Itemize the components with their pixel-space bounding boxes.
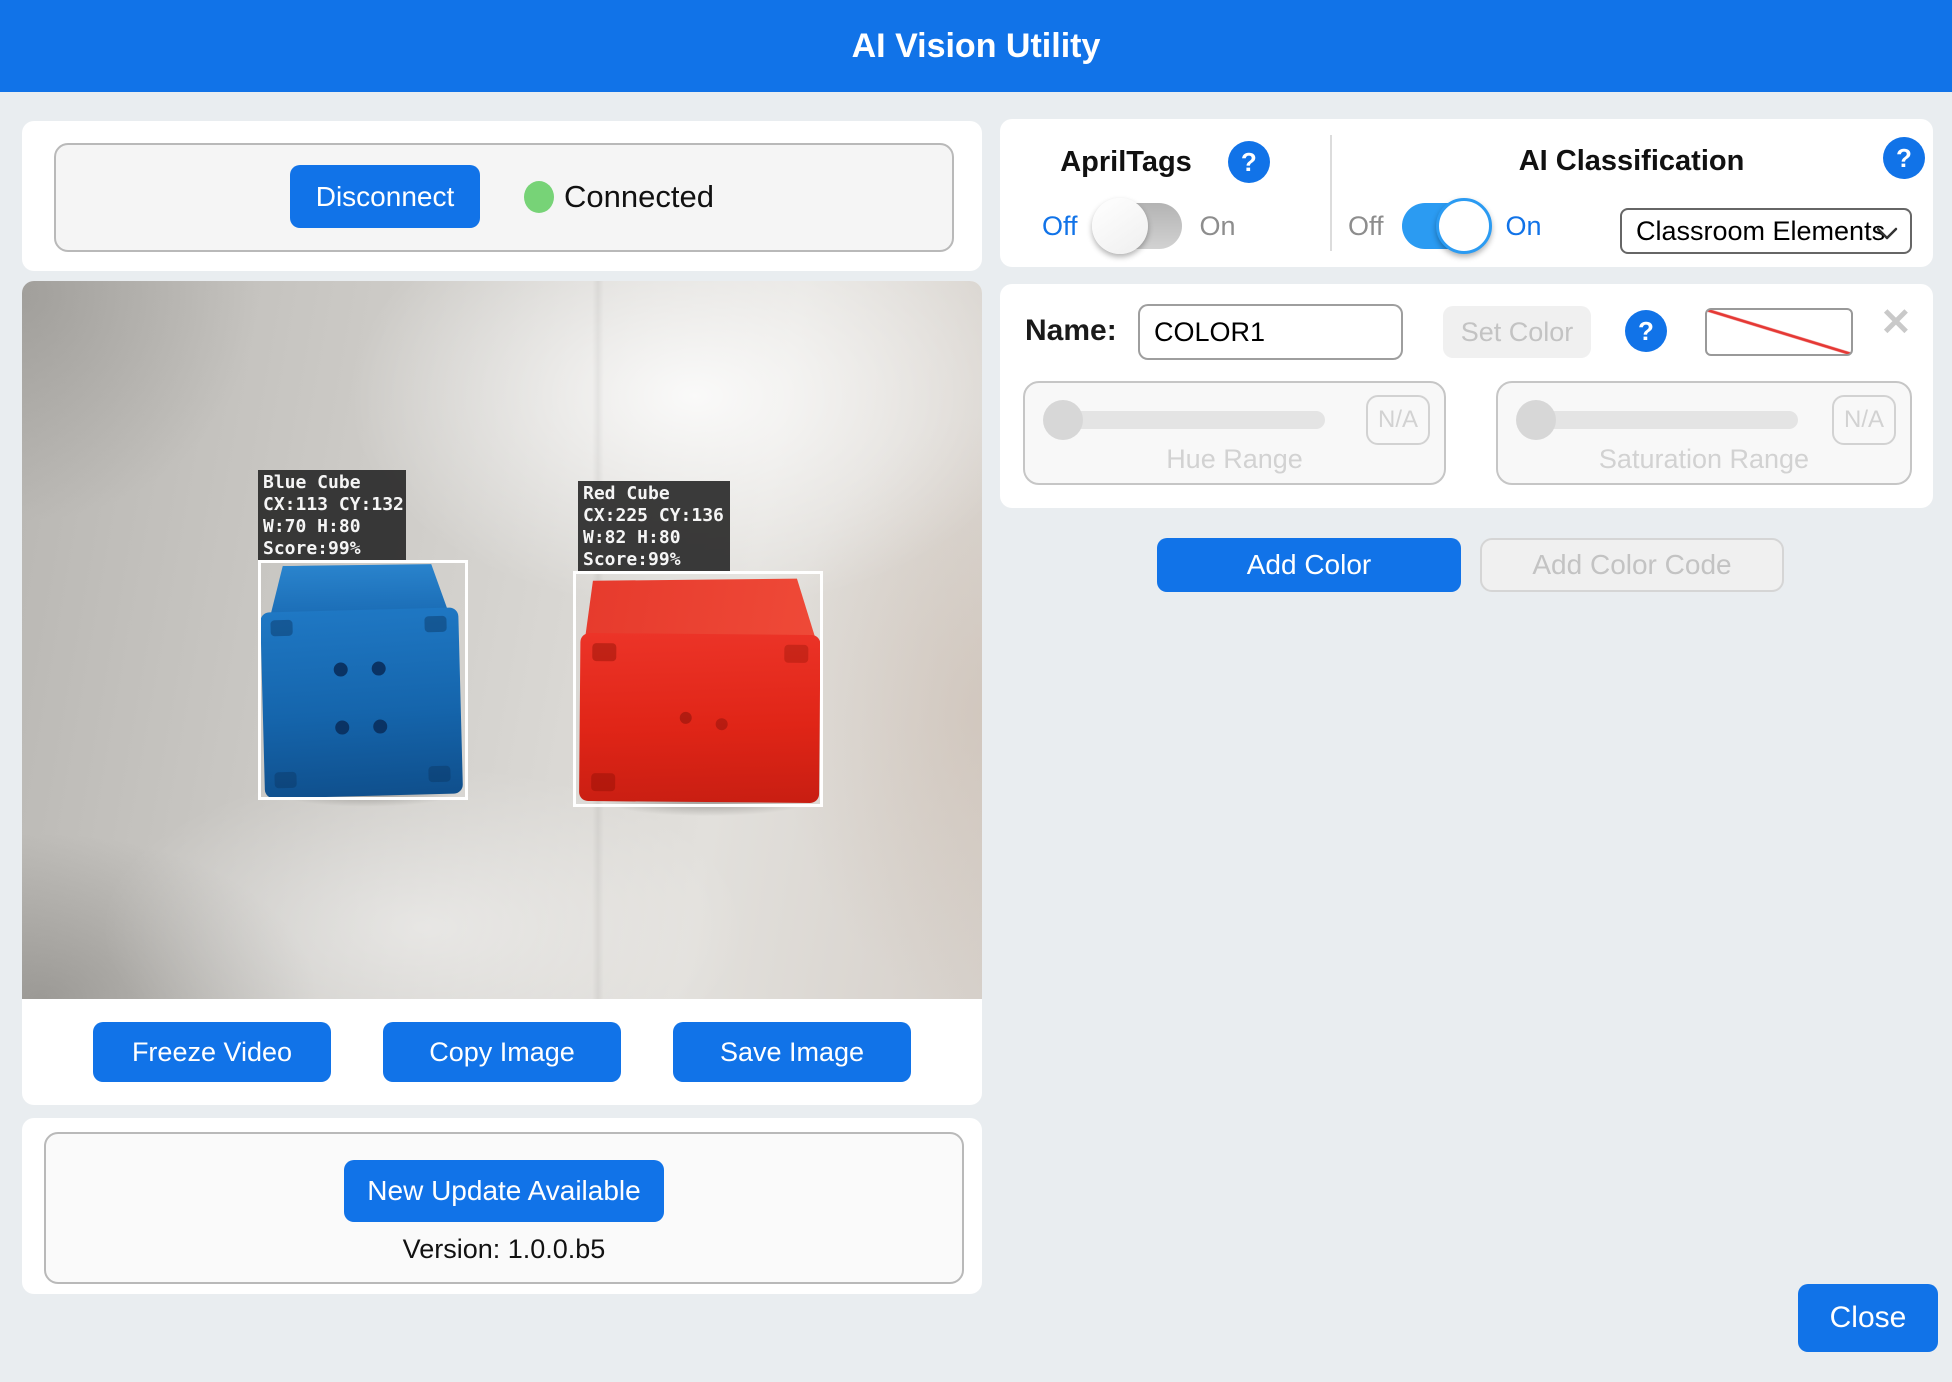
update-box: New Update Available Version: 1.0.0.b5 bbox=[44, 1132, 964, 1284]
blue-cube-bounding-box bbox=[258, 560, 468, 800]
close-button[interactable]: Close bbox=[1798, 1284, 1938, 1352]
version-text: Version: 1.0.0.b5 bbox=[46, 1234, 962, 1265]
add-color-code-button[interactable]: Add Color Code bbox=[1480, 538, 1784, 592]
hue-slider-track[interactable] bbox=[1057, 411, 1325, 429]
hue-range-group: N/A Hue Range bbox=[1023, 381, 1446, 485]
ai-on-label: On bbox=[1506, 211, 1542, 242]
saturation-slider-knob[interactable] bbox=[1516, 400, 1556, 440]
red-cube-detection-label: Red CubeCX:225 CY:136W:82 H:80Score:99% bbox=[578, 481, 730, 573]
add-color-button[interactable]: Add Color bbox=[1157, 538, 1461, 592]
chevron-down-icon bbox=[1876, 227, 1898, 240]
update-card: New Update Available Version: 1.0.0.b5 bbox=[22, 1118, 982, 1294]
hue-slider-knob[interactable] bbox=[1043, 400, 1083, 440]
saturation-slider-track[interactable] bbox=[1530, 411, 1798, 429]
color-config-card: Name: Set Color ? ✕ N/A Hue Range N/A Sa… bbox=[1000, 284, 1933, 508]
video-controls-row: Freeze Video Copy Image Save Image bbox=[22, 999, 982, 1105]
saturation-value-badge: N/A bbox=[1832, 395, 1896, 445]
modes-card: AprilTags ? Off On AI Classification ? O… bbox=[1000, 119, 1933, 267]
copy-image-button[interactable]: Copy Image bbox=[383, 1022, 621, 1082]
ai-vision-utility-window: AI Vision Utility Disconnect Connected bbox=[0, 0, 1952, 1382]
color-name-input[interactable] bbox=[1138, 304, 1403, 360]
apriltags-header: AprilTags ? bbox=[1000, 141, 1330, 183]
color-swatch bbox=[1705, 308, 1853, 356]
blue-cube-detection-label: Blue CubeCX:113 CY:132W:70 H:80Score:99% bbox=[258, 470, 406, 562]
ai-classification-toggle-row: Off On bbox=[1348, 203, 1542, 249]
hue-value-badge: N/A bbox=[1366, 395, 1430, 445]
apriltags-toggle[interactable] bbox=[1096, 203, 1182, 249]
video-card: Blue CubeCX:113 CY:132W:70 H:80Score:99%… bbox=[22, 281, 982, 1105]
disconnect-button[interactable]: Disconnect bbox=[290, 165, 480, 228]
new-update-available-button[interactable]: New Update Available bbox=[344, 1160, 664, 1222]
ai-classification-toggle[interactable] bbox=[1402, 203, 1488, 249]
page-title: AI Vision Utility bbox=[852, 27, 1101, 66]
connection-status-box: Disconnect Connected bbox=[54, 143, 954, 252]
saturation-range-group: N/A Saturation Range bbox=[1496, 381, 1912, 485]
toggle-knob bbox=[1436, 198, 1492, 254]
hue-range-label: Hue Range bbox=[1025, 444, 1444, 475]
ai-classification-help-icon[interactable]: ? bbox=[1883, 137, 1925, 179]
model-select-value: Classroom Elements bbox=[1636, 216, 1885, 247]
connected-status-dot-icon bbox=[524, 181, 554, 213]
connection-card: Disconnect Connected bbox=[22, 121, 982, 271]
apriltags-help-icon[interactable]: ? bbox=[1228, 141, 1270, 183]
apriltags-toggle-row: Off On bbox=[1042, 203, 1236, 249]
saturation-range-label: Saturation Range bbox=[1498, 444, 1910, 475]
set-color-help-icon[interactable]: ? bbox=[1625, 310, 1667, 352]
red-cube-bounding-box bbox=[573, 571, 823, 807]
apriltags-on-label: On bbox=[1200, 211, 1236, 242]
name-label: Name: bbox=[1025, 314, 1117, 348]
ai-off-label: Off bbox=[1348, 211, 1384, 242]
set-color-button[interactable]: Set Color bbox=[1443, 306, 1591, 358]
camera-video-feed[interactable]: Blue CubeCX:113 CY:132W:70 H:80Score:99%… bbox=[22, 281, 982, 999]
ai-classification-title: AI Classification bbox=[1330, 145, 1933, 178]
remove-color-icon[interactable]: ✕ bbox=[1880, 304, 1912, 342]
model-select[interactable]: Classroom Elements bbox=[1620, 208, 1912, 254]
title-bar: AI Vision Utility bbox=[0, 0, 1952, 92]
save-image-button[interactable]: Save Image bbox=[673, 1022, 911, 1082]
toggle-knob bbox=[1092, 198, 1148, 254]
connection-status-text: Connected bbox=[564, 179, 714, 215]
apriltags-title: AprilTags bbox=[1060, 146, 1192, 179]
freeze-video-button[interactable]: Freeze Video bbox=[93, 1022, 331, 1082]
apriltags-off-label: Off bbox=[1042, 211, 1078, 242]
